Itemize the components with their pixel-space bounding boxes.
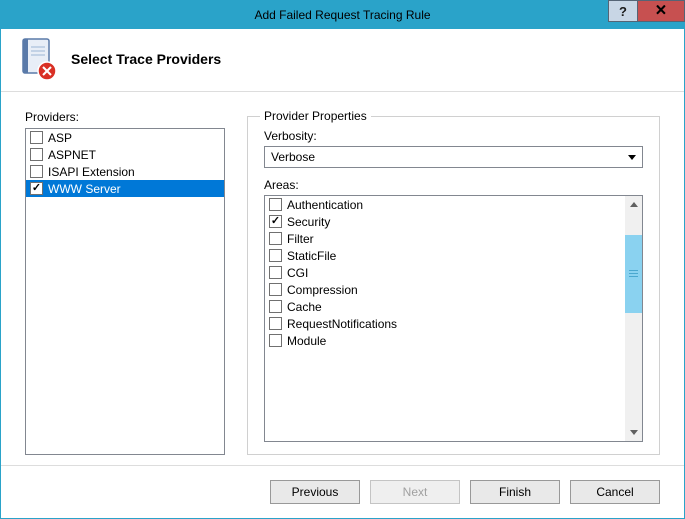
area-item[interactable]: Cache	[265, 298, 625, 315]
scroll-up-button[interactable]	[625, 196, 642, 213]
providers-label: Providers:	[25, 110, 225, 124]
provider-label: ISAPI Extension	[48, 165, 135, 179]
area-label: Module	[287, 334, 326, 348]
area-label: Authentication	[287, 198, 363, 212]
document-error-icon	[17, 37, 57, 81]
cancel-button[interactable]: Cancel	[570, 480, 660, 504]
properties-legend: Provider Properties	[260, 109, 371, 123]
footer: Previous Next Finish Cancel	[1, 465, 684, 518]
checkbox[interactable]	[30, 165, 43, 178]
scroll-track[interactable]	[625, 213, 642, 424]
window-title: Add Failed Request Tracing Rule	[254, 8, 430, 22]
providers-column: Providers: ASP ASPNET ISAPI Extension WWW S…	[25, 110, 225, 455]
wizard-header: Select Trace Providers	[1, 29, 684, 92]
verbosity-value: Verbose	[271, 150, 315, 164]
provider-label: ASP	[48, 131, 72, 145]
provider-label: ASPNET	[48, 148, 96, 162]
providers-list[interactable]: ASP ASPNET ISAPI Extension WWW Server	[25, 128, 225, 455]
titlebar: Add Failed Request Tracing Rule ? 🗙	[1, 1, 684, 29]
verbosity-label: Verbosity:	[264, 129, 647, 143]
provider-item[interactable]: WWW Server	[26, 180, 224, 197]
areas-list[interactable]: Authentication Security Filter StaticFile CG…	[264, 195, 643, 442]
scroll-down-button[interactable]	[625, 424, 642, 441]
scrollbar[interactable]	[625, 196, 642, 441]
provider-properties-group: Provider Properties Verbosity: Verbose A…	[247, 116, 660, 455]
checkbox[interactable]	[269, 300, 282, 313]
area-item[interactable]: Module	[265, 332, 625, 349]
area-label: RequestNotifications	[287, 317, 397, 331]
area-label: Cache	[287, 300, 322, 314]
content-area: Providers: ASP ASPNET ISAPI Extension WWW S…	[1, 92, 684, 465]
area-item[interactable]: Filter	[265, 230, 625, 247]
area-label: Compression	[287, 283, 358, 297]
area-item[interactable]: RequestNotifications	[265, 315, 625, 332]
provider-label: WWW Server	[48, 182, 121, 196]
provider-item[interactable]: ISAPI Extension	[26, 163, 224, 180]
area-item[interactable]: Security	[265, 213, 625, 230]
page-title: Select Trace Providers	[71, 51, 221, 67]
area-item[interactable]: Authentication	[265, 196, 625, 213]
previous-button[interactable]: Previous	[270, 480, 360, 504]
area-item[interactable]: CGI	[265, 264, 625, 281]
area-label: CGI	[287, 266, 308, 280]
areas-label: Areas:	[264, 178, 647, 192]
checkbox[interactable]	[269, 249, 282, 262]
checkbox[interactable]	[30, 182, 43, 195]
area-label: StaticFile	[287, 249, 336, 263]
area-item[interactable]: StaticFile	[265, 247, 625, 264]
verbosity-select[interactable]: Verbose	[264, 146, 643, 168]
checkbox[interactable]	[30, 148, 43, 161]
help-button[interactable]: ?	[608, 0, 638, 22]
scroll-thumb[interactable]	[625, 235, 642, 313]
area-label: Security	[287, 215, 330, 229]
close-button[interactable]: 🗙	[637, 0, 685, 22]
checkbox[interactable]	[269, 317, 282, 330]
checkbox[interactable]	[269, 198, 282, 211]
titlebar-buttons: ? 🗙	[608, 1, 684, 29]
properties-column: Provider Properties Verbosity: Verbose A…	[247, 110, 660, 455]
finish-button[interactable]: Finish	[470, 480, 560, 504]
checkbox[interactable]	[269, 266, 282, 279]
chevron-down-icon	[628, 155, 636, 160]
next-button: Next	[370, 480, 460, 504]
areas-items: Authentication Security Filter StaticFile CG…	[265, 196, 625, 441]
checkbox[interactable]	[30, 131, 43, 144]
area-item[interactable]: Compression	[265, 281, 625, 298]
checkbox[interactable]	[269, 283, 282, 296]
checkbox[interactable]	[269, 334, 282, 347]
checkbox[interactable]	[269, 215, 282, 228]
provider-item[interactable]: ASP	[26, 129, 224, 146]
area-label: Filter	[287, 232, 314, 246]
dialog-window: Add Failed Request Tracing Rule ? 🗙 Sele…	[0, 0, 685, 519]
provider-item[interactable]: ASPNET	[26, 146, 224, 163]
checkbox[interactable]	[269, 232, 282, 245]
